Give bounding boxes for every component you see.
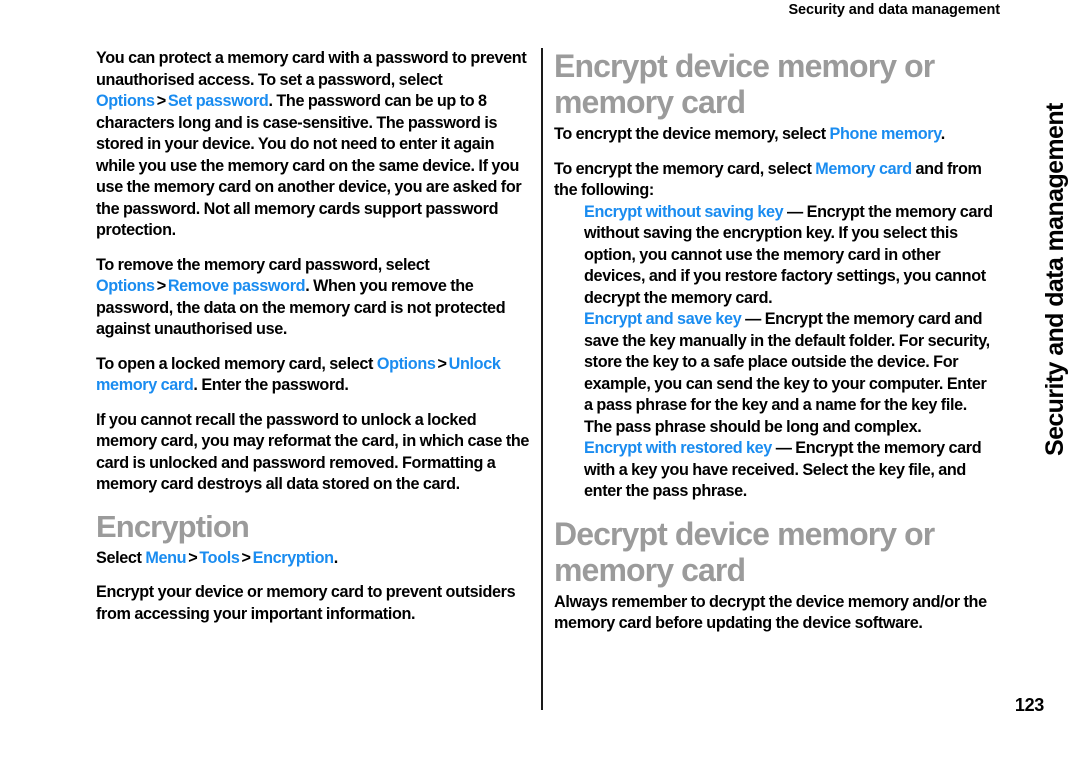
em-dash: — [745, 310, 761, 328]
paragraph-encryption-path: Select Menu > Tools > Encryption. [96, 548, 536, 570]
chapter-side-tab: Security and data management [1029, 26, 1080, 456]
ui-reference-encrypt-without-saving-key[interactable]: Encrypt without saving key [584, 203, 784, 221]
text-run: . [333, 548, 339, 567]
path-separator: > [156, 277, 166, 295]
paragraph-reformat-card: If you cannot recall the password to unl… [96, 410, 536, 496]
heading-encryption: Encryption [96, 508, 250, 544]
ui-reference-options[interactable]: Options [96, 277, 155, 295]
heading-decrypt-device-memory: Decrypt device memory or memory card [554, 515, 935, 588]
running-header-title: Security and data management [788, 2, 1000, 18]
text-run: To encrypt the device memory, select [554, 125, 830, 143]
text-run: Always remember to decrypt the device me… [554, 592, 987, 633]
path-separator: > [188, 548, 198, 567]
path-separator: > [437, 354, 447, 373]
ui-reference-tools[interactable]: Tools [199, 549, 240, 567]
left-column: You can protect a memory card with a pas… [96, 48, 536, 625]
ui-reference-options[interactable]: Options [377, 355, 436, 373]
list-item: Encrypt with restored key — Encrypt the … [584, 438, 994, 503]
ui-reference-options[interactable]: Options [96, 92, 155, 110]
list-item: Encrypt without saving key — Encrypt the… [584, 202, 994, 310]
column-divider [541, 48, 543, 710]
encryption-option-list: Encrypt without saving key — Encrypt the… [554, 202, 994, 503]
list-item: Encrypt and save key — Encrypt the memor… [584, 309, 994, 438]
ui-reference-encrypt-with-restored-key[interactable]: Encrypt with restored key [584, 439, 772, 457]
text-run: To remove the memory card password, sele… [96, 255, 430, 274]
text-run: . [940, 125, 946, 143]
paragraph-decrypt-note: Always remember to decrypt the device me… [554, 592, 994, 635]
paragraph-remove-password: To remove the memory card password, sele… [96, 255, 536, 341]
heading-encrypt-device-memory: Encrypt device memory or memory card [554, 48, 935, 120]
em-dash: — [775, 439, 792, 457]
right-column: Encrypt device memory or memory card To … [554, 48, 994, 635]
paragraph-encrypt-phone-memory: To encrypt the device memory, select Pho… [554, 124, 994, 146]
ui-reference-encrypt-and-save-key[interactable]: Encrypt and save key [584, 310, 742, 328]
text-run: Encrypt your device or memory card to pr… [96, 583, 516, 623]
ui-reference-menu[interactable]: Menu [145, 549, 186, 567]
page-number: 123 [1014, 695, 1044, 715]
ui-reference-set-password[interactable]: Set password [168, 92, 269, 110]
text-run: To open a locked memory card, select [96, 354, 377, 373]
em-dash: — [787, 202, 803, 221]
chapter-side-tab-label: Security and data management [1041, 103, 1069, 456]
ui-reference-memory-card[interactable]: Memory card [815, 160, 912, 178]
text-run: . Enter the password. [193, 376, 349, 394]
ui-reference-encryption[interactable]: Encryption [253, 549, 334, 567]
text-run: If you cannot recall the password to unl… [96, 410, 530, 494]
running-header: Security and data management [0, 0, 1000, 18]
text-run: . The password can be up to 8 characters… [96, 92, 522, 239]
paragraph-unlock-memory-card: To open a locked memory card, select Opt… [96, 354, 536, 397]
text-run: You can protect a memory card with a pas… [96, 49, 527, 89]
text-run: To encrypt the memory card, select [554, 159, 816, 178]
paragraph-encryption-intro: Encrypt your device or memory card to pr… [96, 582, 536, 625]
paragraph-encrypt-memory-card: To encrypt the memory card, select Memor… [554, 159, 994, 202]
ui-reference-phone-memory[interactable]: Phone memory [830, 125, 941, 143]
text-run: Select [96, 548, 146, 567]
path-separator: > [156, 92, 166, 110]
ui-reference-remove-password[interactable]: Remove password [168, 277, 306, 295]
paragraph-memory-card-password: You can protect a memory card with a pas… [96, 48, 536, 242]
option-description: Encrypt the memory card and save the key… [584, 310, 990, 436]
path-separator: > [241, 548, 251, 567]
